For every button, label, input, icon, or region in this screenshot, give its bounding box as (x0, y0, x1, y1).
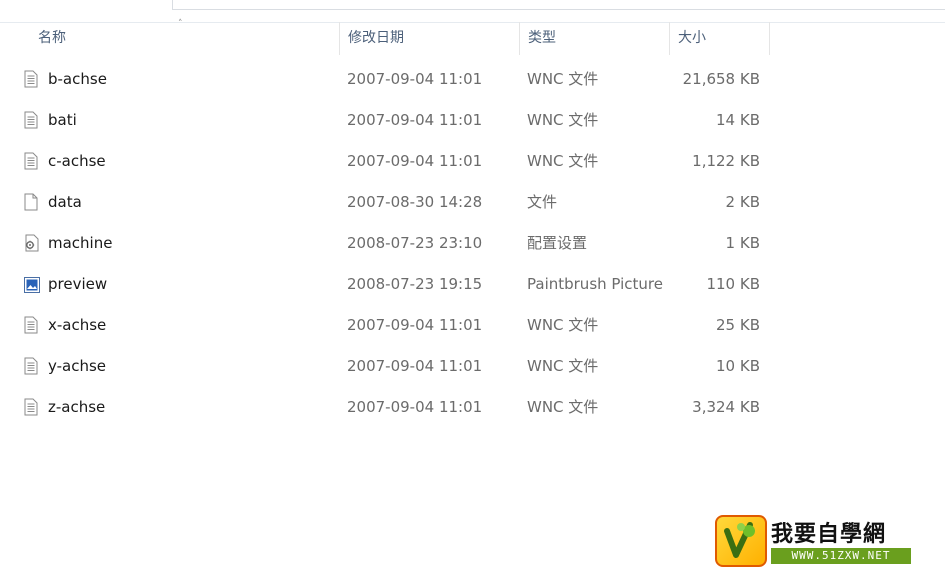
file-date: 2008-07-23 19:15 (347, 275, 483, 293)
file-size: 1,122 KB (692, 152, 760, 170)
file-type: WNC 文件 (527, 70, 599, 88)
file-row[interactable]: z-achse 2007-09-04 11:01 WNC 文件 3,324 KB (0, 387, 780, 428)
file-date: 2007-09-04 11:01 (347, 70, 483, 88)
file-type: WNC 文件 (527, 111, 599, 129)
text-file-icon (24, 346, 42, 387)
file-type: 配置设置 (527, 234, 588, 252)
file-row[interactable]: bati 2007-09-04 11:01 WNC 文件 14 KB (0, 100, 780, 141)
column-header-size[interactable]: 大小 (670, 22, 770, 55)
file-name: x-achse (48, 316, 107, 334)
file-row[interactable]: b-achse 2007-09-04 11:01 WNC 文件 21,658 K… (0, 59, 780, 100)
file-row[interactable]: preview 2008-07-23 19:15 Paintbrush Pict… (0, 264, 780, 305)
file-name: z-achse (48, 398, 106, 416)
file-row[interactable]: y-achse 2007-09-04 11:01 WNC 文件 10 KB (0, 346, 780, 387)
watermark-logo-icon (715, 515, 767, 567)
file-type: WNC 文件 (527, 316, 599, 334)
watermark-title: 我要自學網 (771, 522, 887, 547)
text-file-icon (24, 59, 42, 100)
column-header-type-label: 类型 (528, 30, 556, 46)
column-header-date[interactable]: 修改日期 (340, 22, 520, 55)
file-size: 2 KB (725, 193, 760, 211)
file-row[interactable]: data 2007-08-30 14:28 文件 2 KB (0, 182, 780, 223)
file-name: machine (48, 234, 113, 252)
text-file-icon (24, 141, 42, 182)
settings-file-icon (24, 223, 42, 264)
top-bar (0, 0, 945, 23)
file-type: WNC 文件 (527, 357, 599, 375)
file-size: 14 KB (716, 111, 760, 129)
site-watermark: 我要自學網 WWW.51ZXW.NET (715, 515, 913, 567)
text-file-icon (24, 387, 42, 428)
file-size: 1 KB (725, 234, 760, 252)
file-type: 文件 (527, 193, 558, 211)
file-row[interactable]: machine 2008-07-23 23:10 配置设置 1 KB (0, 223, 780, 264)
column-header-name-label: 名称 (38, 30, 66, 46)
file-type: Paintbrush Picture (527, 275, 663, 293)
column-header-type[interactable]: 类型 (520, 22, 670, 55)
file-date: 2007-08-30 14:28 (347, 193, 483, 211)
file-size: 10 KB (716, 357, 760, 375)
file-name: c-achse (48, 152, 106, 170)
file-name: bati (48, 111, 77, 129)
column-header-name[interactable]: 名称 (30, 22, 340, 55)
file-row[interactable]: x-achse 2007-09-04 11:01 WNC 文件 25 KB (0, 305, 780, 346)
file-name: data (48, 193, 82, 211)
picture-file-icon (24, 264, 42, 305)
file-name: y-achse (48, 357, 107, 375)
watermark-url: WWW.51ZXW.NET (771, 548, 911, 564)
column-header-date-label: 修改日期 (348, 30, 404, 46)
blank-file-icon (24, 182, 42, 223)
file-size: 25 KB (716, 316, 760, 334)
address-bar-edge[interactable] (172, 0, 945, 10)
file-date: 2007-09-04 11:01 (347, 111, 483, 129)
file-date: 2007-09-04 11:01 (347, 398, 483, 416)
file-name: b-achse (48, 70, 107, 88)
file-type: WNC 文件 (527, 152, 599, 170)
file-type: WNC 文件 (527, 398, 599, 416)
file-size: 3,324 KB (692, 398, 760, 416)
file-name: preview (48, 275, 108, 293)
file-date: 2007-09-04 11:01 (347, 316, 483, 334)
column-header-size-label: 大小 (678, 30, 706, 46)
file-row[interactable]: c-achse 2007-09-04 11:01 WNC 文件 1,122 KB (0, 141, 780, 182)
file-size: 110 KB (706, 275, 760, 293)
file-date: 2007-09-04 11:01 (347, 152, 483, 170)
file-date: 2008-07-23 23:10 (347, 234, 483, 252)
text-file-icon (24, 305, 42, 346)
file-date: 2007-09-04 11:01 (347, 357, 483, 375)
column-header: 名称 ˄ 修改日期 类型 大小 (0, 19, 945, 55)
file-size: 21,658 KB (682, 70, 760, 88)
sort-up-arrow-icon: ˄ (178, 19, 183, 29)
text-file-icon (24, 100, 42, 141)
